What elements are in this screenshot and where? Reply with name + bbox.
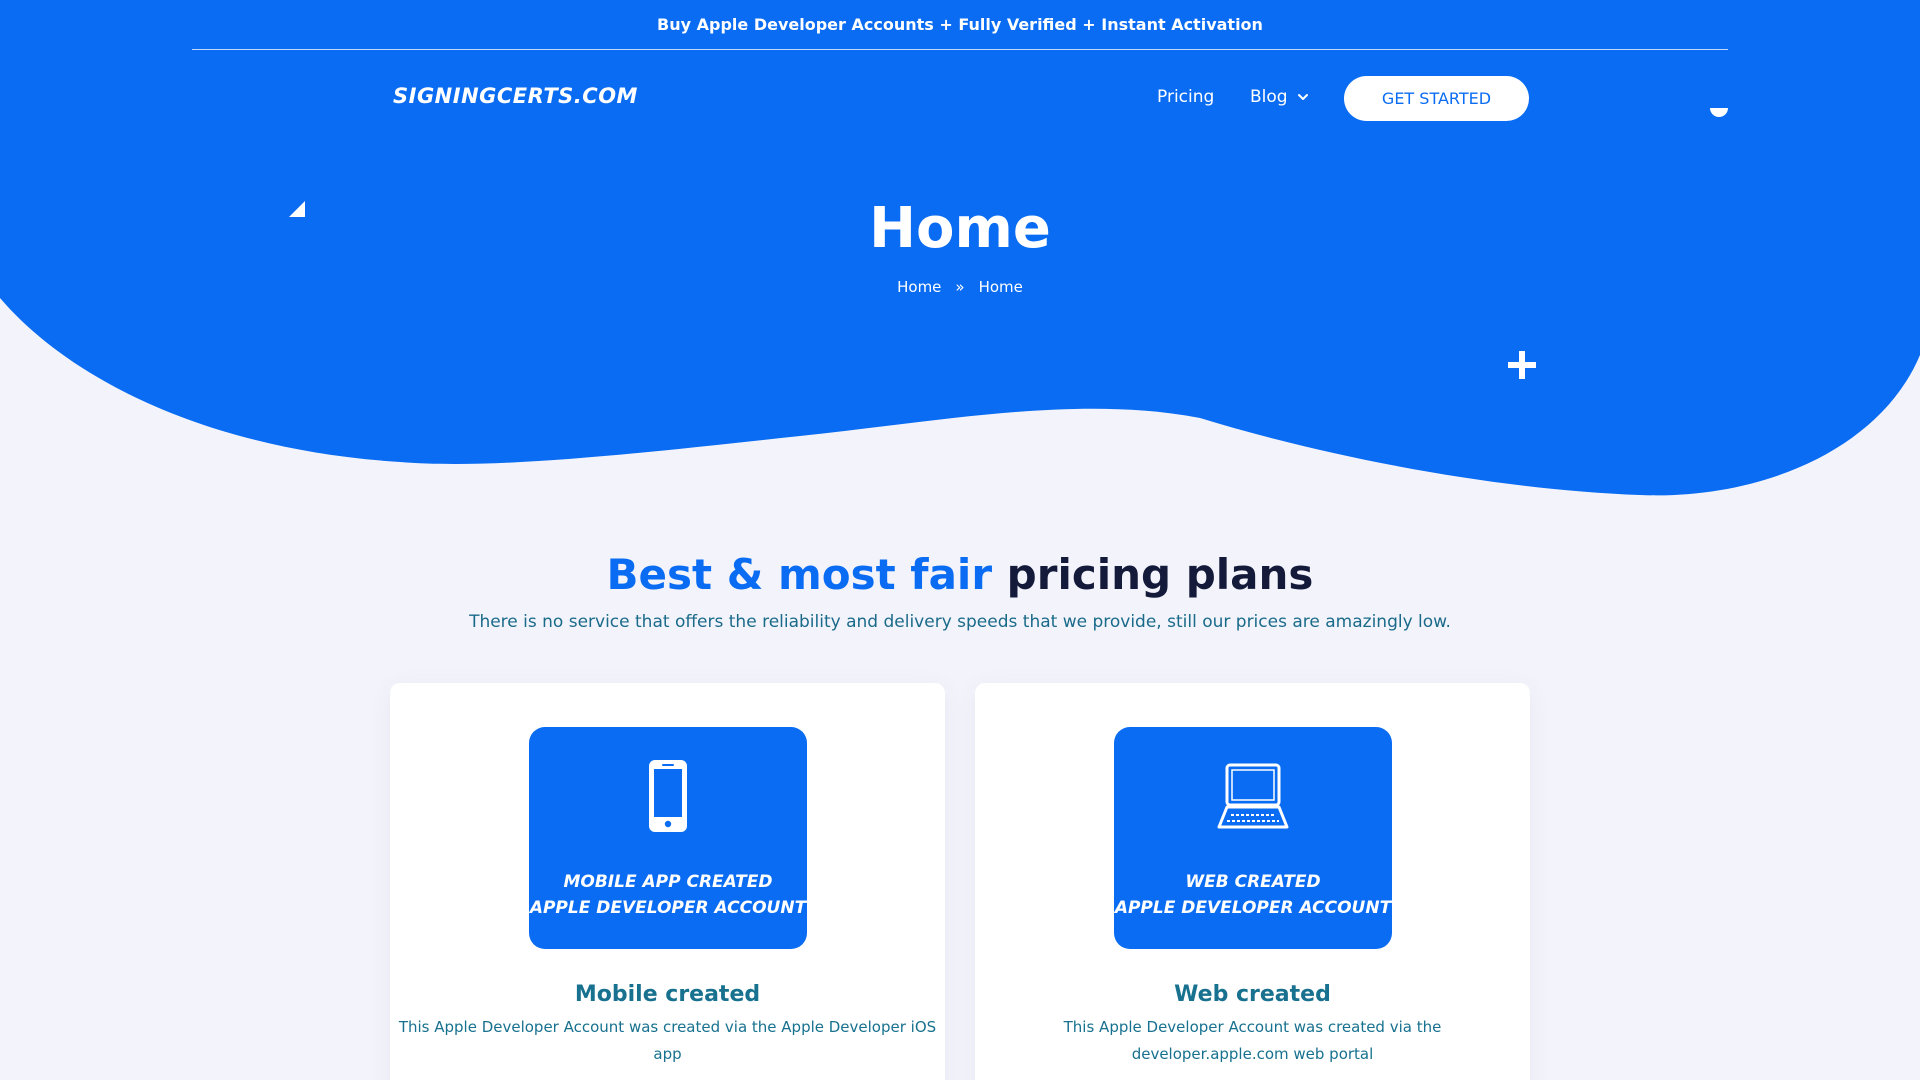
card-description-web: This Apple Developer Account was created… (1063, 1018, 1442, 1063)
nav-blog-dropdown[interactable]: Blog (1250, 87, 1310, 107)
pricing-heading-accent: Best & most fair (606, 550, 993, 599)
card-title-mobile: Mobile created (574, 982, 761, 1007)
get-started-button[interactable]: GET STARTED (1344, 76, 1529, 121)
pricing-heading-rest: pricing plans (1006, 550, 1314, 599)
laptop-icon (1217, 763, 1289, 829)
breadcrumb-separator: » (955, 278, 965, 296)
announcement-bar: Buy Apple Developer Accounts + Fully Ver… (192, 0, 1728, 50)
pricing-subtitle: There is no service that offers the reli… (469, 612, 1451, 632)
pricing-heading: Best & most fair pricing plans (0, 550, 1920, 599)
half-circle-decoration (1710, 108, 1728, 117)
chevron-down-icon (1297, 94, 1308, 100)
plus-decoration (1508, 351, 1536, 379)
web-image-line2: APPLE DEVELOPER ACCOUNT (1114, 898, 1392, 918)
announcement-text: Buy Apple Developer Accounts + Fully Ver… (657, 15, 1263, 34)
mobile-image-line2: APPLE DEVELOPER ACCOUNT (529, 898, 807, 918)
page-title: Home (869, 196, 1051, 261)
card-description-mobile: This Apple Developer Account was created… (398, 1018, 937, 1063)
breadcrumb-home-link[interactable]: Home (897, 278, 941, 296)
nav-pricing-label: Pricing (1157, 87, 1215, 107)
pricing-card-mobile: MOBILE APP CREATED APPLE DEVELOPER ACCOU… (390, 683, 945, 1080)
mobile-image-line1: MOBILE APP CREATED (563, 872, 773, 892)
nav-pricing-link[interactable]: Pricing (1157, 87, 1214, 107)
card-title-web: Web created (1174, 982, 1331, 1007)
site-logo[interactable]: SIGNINGCERTS.COM (393, 84, 638, 108)
smartphone-icon (649, 760, 687, 832)
breadcrumb: Home » Home (0, 278, 1920, 296)
web-account-image: WEB CREATED APPLE DEVELOPER ACCOUNT (1114, 727, 1392, 949)
web-image-line1: WEB CREATED (1185, 872, 1321, 892)
mobile-account-image: MOBILE APP CREATED APPLE DEVELOPER ACCOU… (529, 727, 807, 949)
breadcrumb-current: Home (978, 278, 1023, 296)
nav-blog-label: Blog (1250, 87, 1288, 107)
pricing-card-web: WEB CREATED APPLE DEVELOPER ACCOUNT Web … (975, 683, 1530, 1080)
